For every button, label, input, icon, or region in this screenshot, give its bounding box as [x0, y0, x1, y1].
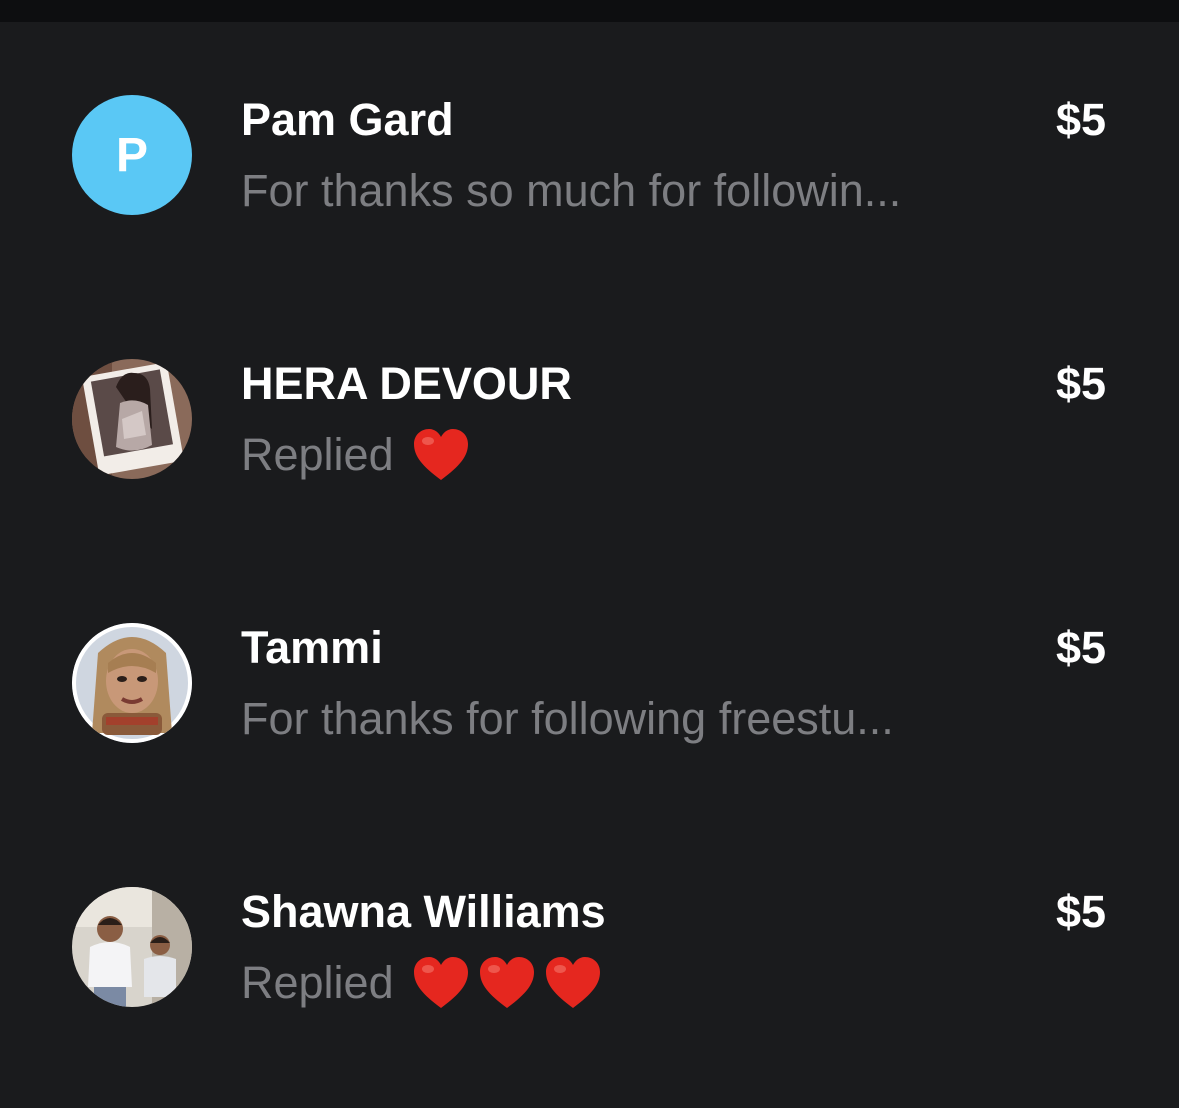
- message-text: Replied: [241, 957, 394, 1008]
- reaction-hearts: [412, 956, 602, 1010]
- amount: $5: [1055, 94, 1106, 145]
- avatar-photo-image: [72, 359, 192, 479]
- heart-icon: [544, 956, 602, 1010]
- list-item[interactable]: Shawna Williams Replied $5: [0, 814, 1179, 1078]
- list-item[interactable]: P Pam Gard For thanks so much for follow…: [0, 22, 1179, 286]
- message-preview: Replied: [241, 956, 602, 1010]
- amount: $5: [1055, 622, 1106, 673]
- list-item[interactable]: Tammi For thanks for following freestu..…: [0, 550, 1179, 814]
- heart-icon: [412, 428, 470, 482]
- message-text: For thanks so much for followin...: [241, 165, 902, 216]
- sender-name: Tammi: [241, 622, 383, 673]
- message-text: Replied: [241, 429, 394, 480]
- message-preview: Replied: [241, 428, 470, 482]
- message-preview: For thanks for following freestu...: [241, 692, 894, 746]
- heart-icon: [478, 956, 536, 1010]
- message-text: For thanks for following freestu...: [241, 693, 894, 744]
- avatar: [72, 887, 192, 1007]
- message-preview: For thanks so much for followin...: [241, 164, 901, 218]
- list-item[interactable]: HERA DEVOUR Replied $5: [0, 286, 1179, 550]
- avatar: [72, 623, 192, 743]
- heart-icon: [412, 956, 470, 1010]
- avatar-photo-image: [72, 887, 192, 1007]
- sender-name: Pam Gard: [241, 94, 454, 145]
- sender-name: HERA DEVOUR: [241, 358, 572, 409]
- avatar: [72, 359, 192, 479]
- avatar: P: [72, 95, 192, 215]
- reaction-hearts: [412, 428, 470, 482]
- sender-name: Shawna Williams: [241, 886, 606, 937]
- avatar-photo-image: [72, 623, 192, 743]
- amount: $5: [1055, 358, 1106, 409]
- status-bar-strip: [0, 0, 1179, 22]
- amount: $5: [1055, 886, 1106, 937]
